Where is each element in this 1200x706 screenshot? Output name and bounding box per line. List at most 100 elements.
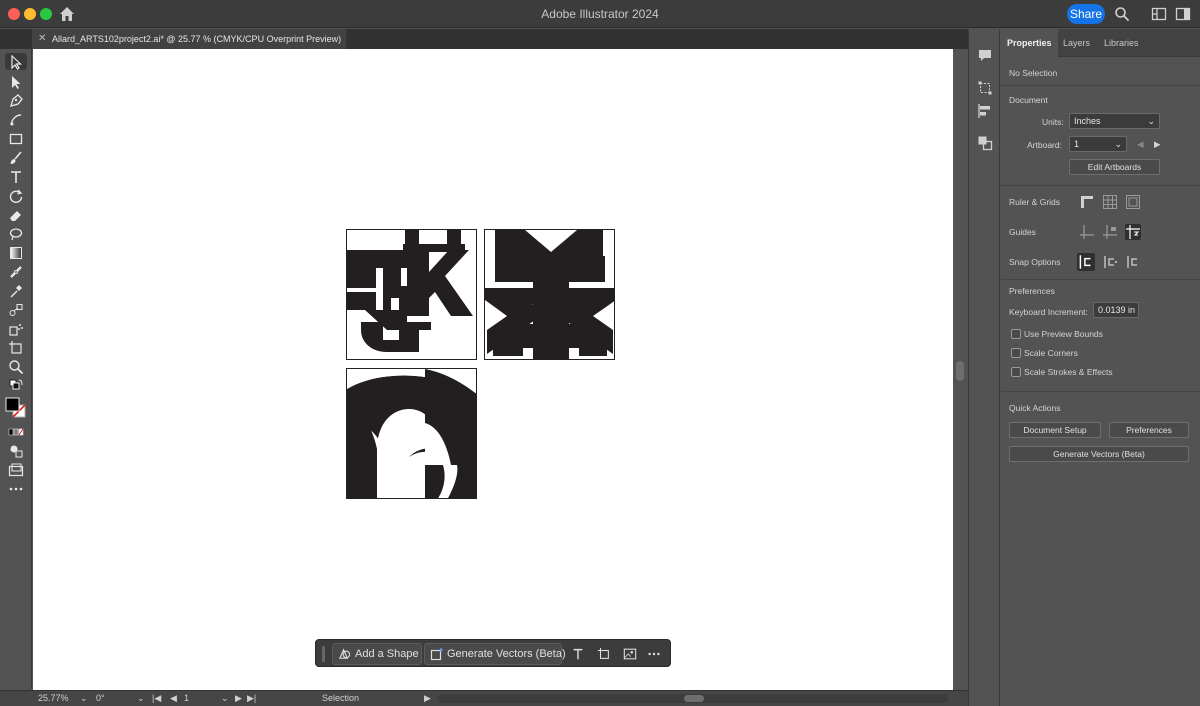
pathfinder-icon[interactable]: [977, 135, 993, 151]
guides-label: Guides: [1009, 227, 1036, 237]
grid-icon[interactable]: [1102, 194, 1118, 210]
type-icon[interactable]: [567, 643, 589, 665]
keyboard-increment-input[interactable]: 0.0139 in: [1093, 302, 1139, 318]
rulers-icon[interactable]: [1079, 194, 1095, 210]
search-icon[interactable]: [1114, 6, 1130, 22]
tab-properties[interactable]: Properties: [1001, 29, 1058, 57]
artboard-tool-icon[interactable]: [5, 339, 27, 356]
draw-mode-icon[interactable]: [5, 442, 27, 459]
previous-artboard-icon[interactable]: ◀: [1137, 139, 1144, 150]
drag-handle[interactable]: [322, 646, 325, 662]
contextual-task-bar: Add a Shape Generate Vectors (Beta): [315, 639, 671, 667]
scale-corners-checkbox[interactable]: [1011, 348, 1021, 358]
paintbrush-tool-icon[interactable]: [5, 149, 27, 166]
edit-artboards-button[interactable]: Edit Artboards: [1069, 159, 1160, 175]
shape-icon: [338, 648, 351, 659]
artboard-1[interactable]: [346, 229, 477, 360]
h-scroll-thumb[interactable]: [684, 695, 704, 702]
pen-tool-icon[interactable]: [5, 92, 27, 109]
zoom-tool-icon[interactable]: [5, 358, 27, 375]
share-button[interactable]: Share: [1067, 4, 1105, 24]
snap-to-glyph-icon[interactable]: [1125, 254, 1141, 270]
status-menu-icon[interactable]: ▶: [424, 693, 431, 704]
swap-fill-stroke-icon[interactable]: [5, 377, 27, 394]
more-tools-icon[interactable]: [5, 480, 27, 497]
generate-vectors-button[interactable]: Generate Vectors (Beta): [424, 643, 566, 665]
artboard-dropdown-icon[interactable]: ⌄: [221, 693, 229, 704]
panel-layout-icon[interactable]: [1175, 6, 1191, 22]
chevron-down-icon: ⌄: [1147, 116, 1155, 126]
image-icon[interactable]: [619, 643, 641, 665]
use-preview-bounds-label: Use Preview Bounds: [1024, 329, 1103, 339]
tab-layers[interactable]: Layers: [1057, 29, 1096, 57]
rotate-tool-icon[interactable]: [5, 187, 27, 204]
transparency-grid-icon[interactable]: [1125, 194, 1141, 210]
artboard-icon[interactable]: [593, 643, 615, 665]
artboard-3[interactable]: [346, 368, 477, 499]
preferences-button[interactable]: Preferences: [1109, 422, 1189, 438]
artboard-value: 1: [1074, 139, 1080, 149]
direct-selection-tool-icon[interactable]: [5, 73, 27, 90]
next-artboard-icon[interactable]: ▶: [1154, 139, 1161, 150]
smart-guides-icon[interactable]: [1125, 224, 1141, 240]
rotation-value[interactable]: 0°: [96, 693, 105, 703]
document-tab-label: Allard_ARTS102project2.ai* @ 25.77 % (CM…: [52, 34, 342, 44]
screen-mode-icon[interactable]: [5, 461, 27, 478]
canvas[interactable]: [33, 49, 953, 690]
title-bar: Adobe Illustrator 2024 Share: [0, 0, 1200, 28]
previous-artboard-icon[interactable]: ◀: [170, 693, 177, 704]
eraser-tool-icon[interactable]: [5, 206, 27, 223]
close-icon[interactable]: ✕: [38, 29, 46, 49]
quick-actions-heading: Quick Actions: [1009, 403, 1061, 413]
document-tab[interactable]: ✕ Allard_ARTS102project2.ai* @ 25.77 % (…: [32, 29, 346, 49]
generate-vectors-panel-button[interactable]: Generate Vectors (Beta): [1009, 446, 1189, 462]
rectangle-tool-icon[interactable]: [5, 130, 27, 147]
document-setup-button[interactable]: Document Setup: [1009, 422, 1101, 438]
eyedropper-tool-icon[interactable]: [5, 282, 27, 299]
symbol-sprayer-tool-icon[interactable]: [5, 320, 27, 337]
lasso-tool-icon[interactable]: [5, 225, 27, 242]
comments-icon[interactable]: [977, 47, 993, 63]
color-modes-icon[interactable]: [5, 423, 27, 440]
last-artboard-icon[interactable]: ▶|: [247, 693, 256, 704]
tools-panel: [0, 49, 32, 689]
show-guides-icon[interactable]: [1079, 224, 1095, 240]
units-dropdown[interactable]: Inches ⌄: [1069, 113, 1160, 129]
document-heading: Document: [1009, 95, 1048, 105]
vertical-scrollbar[interactable]: [953, 49, 967, 690]
artwork-yen: [485, 230, 614, 359]
first-artboard-icon[interactable]: |◀: [152, 693, 161, 704]
tab-libraries[interactable]: Libraries: [1098, 29, 1145, 57]
snap-to-point-icon[interactable]: [1077, 253, 1095, 271]
fill-stroke-swatch-icon[interactable]: [5, 396, 27, 420]
gradient-tool-icon[interactable]: [5, 244, 27, 261]
transform-icon[interactable]: [977, 80, 993, 96]
zoom-dropdown-icon[interactable]: ⌄: [80, 693, 88, 704]
artboard-select[interactable]: 1 ⌄: [1069, 136, 1127, 152]
scale-strokes-checkbox[interactable]: [1011, 367, 1021, 377]
artboard-number[interactable]: 1: [184, 693, 189, 703]
artboard-2[interactable]: [484, 229, 615, 360]
artwork-curves: [347, 369, 476, 498]
add-shape-button[interactable]: Add a Shape: [332, 643, 422, 665]
width-tool-icon[interactable]: [5, 263, 27, 280]
rotation-dropdown-icon[interactable]: ⌄: [137, 693, 145, 704]
properties-panel: Properties Layers Libraries No Selection…: [1001, 29, 1200, 706]
type-tool-icon[interactable]: [5, 168, 27, 185]
more-options-icon[interactable]: [643, 643, 665, 665]
selection-status: No Selection: [1009, 68, 1058, 78]
lock-guides-icon[interactable]: [1102, 224, 1118, 240]
horizontal-scrollbar[interactable]: [438, 694, 948, 703]
artwork-letters: [347, 230, 476, 352]
panel-tabs: Properties Layers Libraries: [1001, 29, 1200, 57]
curvature-tool-icon[interactable]: [5, 111, 27, 128]
snap-to-pixel-icon[interactable]: [1102, 254, 1118, 270]
blend-tool-icon[interactable]: [5, 301, 27, 318]
workspace-icon[interactable]: [1151, 6, 1167, 22]
selection-tool-icon[interactable]: [5, 53, 27, 70]
zoom-level[interactable]: 25.77%: [38, 693, 69, 703]
use-preview-bounds-checkbox[interactable]: [1011, 329, 1021, 339]
align-icon[interactable]: [977, 103, 993, 119]
next-artboard-icon[interactable]: ▶: [235, 693, 242, 704]
scroll-thumb[interactable]: [956, 361, 964, 381]
